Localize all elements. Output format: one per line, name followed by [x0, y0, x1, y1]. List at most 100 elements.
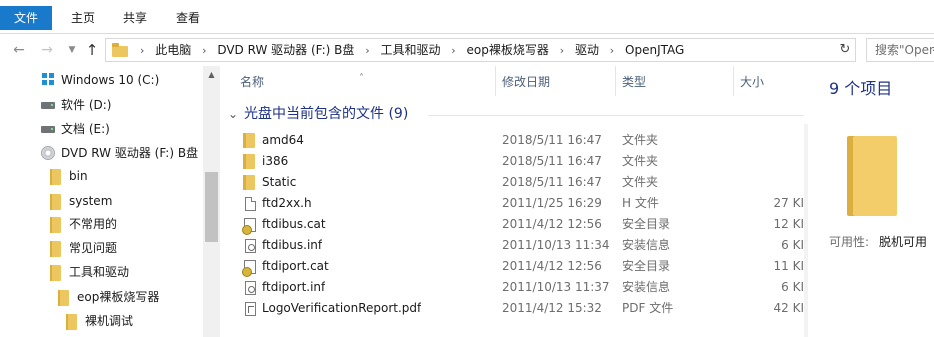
scroll-up-arrow-icon[interactable]: ▲ [203, 70, 220, 80]
document-icon [242, 196, 258, 212]
tree-item-label: 裸机调试 [85, 314, 134, 328]
column-header-type[interactable]: 类型 [616, 66, 734, 96]
recent-locations-chevron-icon[interactable]: ▼ [63, 41, 81, 59]
refresh-icon[interactable]: ↻ [836, 38, 854, 62]
breadcrumb-item[interactable]: OpenJTAG [625, 43, 684, 57]
file-type: 文件夹 [622, 175, 659, 189]
column-header-label: 名称 [240, 75, 265, 89]
file-row[interactable]: Static 2018/5/11 16:47 文件夹 [228, 172, 804, 193]
tree-item-label: eop裸板烧写器 [77, 290, 160, 304]
back-arrow-icon[interactable]: ← [10, 41, 28, 59]
file-date: 2018/5/11 16:47 [502, 154, 602, 168]
file-date: 2011/4/12 15:32 [502, 301, 602, 315]
sort-ascending-icon: ˄ [359, 73, 364, 84]
folder-icon [242, 154, 258, 170]
availability-label: 可用性: [829, 235, 870, 249]
address-bar[interactable]: › 此电脑 › DVD RW 驱动器 (F:) B盘 › 工具和驱动 › eop… [105, 38, 934, 62]
file-size: 42 KI [773, 301, 805, 315]
file-date: 2011/4/12 12:56 [502, 259, 602, 273]
breadcrumb: › 此电脑 › DVD RW 驱动器 (F:) B盘 › 工具和驱动 › eop… [133, 39, 684, 61]
navigation-pane-scrollbar[interactable]: ▲ [203, 66, 220, 337]
up-arrow-icon[interactable]: ↑ [83, 41, 101, 59]
chevron-down-icon[interactable]: ⌄ [228, 103, 244, 125]
navigation-pane: Windows 10 (C:) 软件 (D:) 文档 (E:) DVD RW 驱… [0, 66, 220, 337]
forward-arrow-icon[interactable]: → [38, 41, 56, 59]
file-row[interactable]: ftdiport.inf 2011/10/13 11:37 安装信息 6 KI [228, 277, 804, 298]
tree-item-label: bin [69, 169, 88, 183]
drive-icon [40, 122, 56, 136]
tree-item-label: 文档 (E:) [61, 122, 110, 136]
tree-item-label: Windows 10 (C:) [61, 73, 160, 87]
folder-icon [48, 217, 64, 233]
breadcrumb-separator-icon[interactable]: › [560, 40, 564, 62]
file-row[interactable]: ftdiport.cat 2011/4/12 12:56 安全目录 11 KI [228, 256, 804, 277]
breadcrumb-separator-icon[interactable]: › [365, 40, 369, 62]
tab-share[interactable]: 共享 [120, 6, 150, 30]
tree-item-label: 软件 (D:) [61, 98, 112, 112]
column-header-label: 类型 [622, 75, 647, 89]
tree-item-label: DVD RW 驱动器 (F:) B盘 [61, 146, 199, 160]
column-header-name[interactable]: ˄ 名称 [220, 66, 496, 96]
file-name: i386 [262, 154, 289, 168]
group-header[interactable]: ⌄ 光盘中当前包含的文件 (9) [228, 103, 408, 125]
navigation-bar: ← → ▼ ↑ › 此电脑 › DVD RW 驱动器 (F:) B盘 › 工具和… [0, 34, 934, 66]
file-type: 文件夹 [622, 133, 659, 147]
breadcrumb-item[interactable]: 驱动 [575, 43, 599, 57]
availability-value: 脱机可用 [879, 235, 928, 249]
file-name: ftdibus.cat [262, 217, 326, 231]
tab-view[interactable]: 查看 [173, 6, 203, 30]
file-size: 27 KI [773, 196, 805, 210]
file-name: amd64 [262, 133, 304, 147]
folder-icon [48, 241, 64, 257]
breadcrumb-item[interactable]: eop裸板烧写器 [467, 43, 549, 57]
file-date: 2011/4/12 12:56 [502, 217, 602, 231]
breadcrumb-separator-icon[interactable]: › [451, 40, 455, 62]
file-name: ftd2xx.h [262, 196, 312, 210]
file-row[interactable]: LogoVerificationReport.pdf 2011/4/12 15:… [228, 298, 804, 319]
scrollbar-thumb[interactable] [205, 172, 218, 242]
security-catalog-icon [242, 217, 258, 235]
search-box[interactable] [866, 38, 934, 62]
file-size: 11 KI [773, 259, 805, 273]
ribbon: 文件 主页 共享 查看 [0, 0, 934, 34]
file-type: 安全目录 [622, 217, 671, 231]
file-type: 安全目录 [622, 259, 671, 273]
tab-home[interactable]: 主页 [68, 6, 98, 30]
file-date: 2011/10/13 11:34 [502, 238, 610, 252]
folder-icon [847, 136, 897, 216]
file-type: H 文件 [622, 196, 659, 210]
tree-item-label: system [69, 194, 113, 208]
search-input[interactable] [867, 39, 934, 61]
file-type: PDF 文件 [622, 301, 674, 315]
column-header-size[interactable]: 大小 [734, 66, 812, 96]
file-type: 安装信息 [622, 238, 671, 252]
file-row[interactable]: ftd2xx.h 2011/1/25 16:29 H 文件 27 KI [228, 193, 804, 214]
pdf-icon [242, 301, 258, 317]
security-catalog-icon [242, 259, 258, 277]
file-row[interactable]: ftdibus.cat 2011/4/12 12:56 安全目录 12 KI [228, 214, 804, 235]
breadcrumb-separator-icon[interactable]: › [610, 40, 614, 62]
breadcrumb-item[interactable]: DVD RW 驱动器 (F:) B盘 [217, 43, 354, 57]
tree-item-label: 不常用的 [69, 217, 118, 231]
folder-icon [48, 265, 64, 281]
tab-file[interactable]: 文件 [0, 6, 52, 30]
windows-drive-icon [40, 73, 56, 87]
file-size: 6 KI [781, 280, 804, 294]
file-type: 安装信息 [622, 280, 671, 294]
file-list-scrollbar[interactable] [804, 124, 808, 337]
file-size: 12 KI [773, 217, 805, 231]
tree-item-label: 常见问题 [69, 241, 118, 255]
file-date: 2018/5/11 16:47 [502, 175, 602, 189]
breadcrumb-item[interactable]: 此电脑 [155, 43, 191, 57]
breadcrumb-item[interactable]: 工具和驱动 [380, 43, 440, 57]
file-date: 2018/5/11 16:47 [502, 133, 602, 147]
file-row[interactable]: ftdibus.inf 2011/10/13 11:34 安装信息 6 KI [228, 235, 804, 256]
file-row[interactable]: i386 2018/5/11 16:47 文件夹 [228, 151, 804, 172]
drive-icon [40, 98, 56, 112]
breadcrumb-separator-icon[interactable]: › [202, 40, 206, 62]
file-row[interactable]: amd64 2018/5/11 16:47 文件夹 [228, 130, 804, 151]
file-date: 2011/10/13 11:37 [502, 280, 610, 294]
folder-icon [64, 314, 80, 330]
availability-row: 可用性: 脱机可用 [829, 233, 927, 250]
column-header-date[interactable]: 修改日期 [496, 66, 616, 96]
